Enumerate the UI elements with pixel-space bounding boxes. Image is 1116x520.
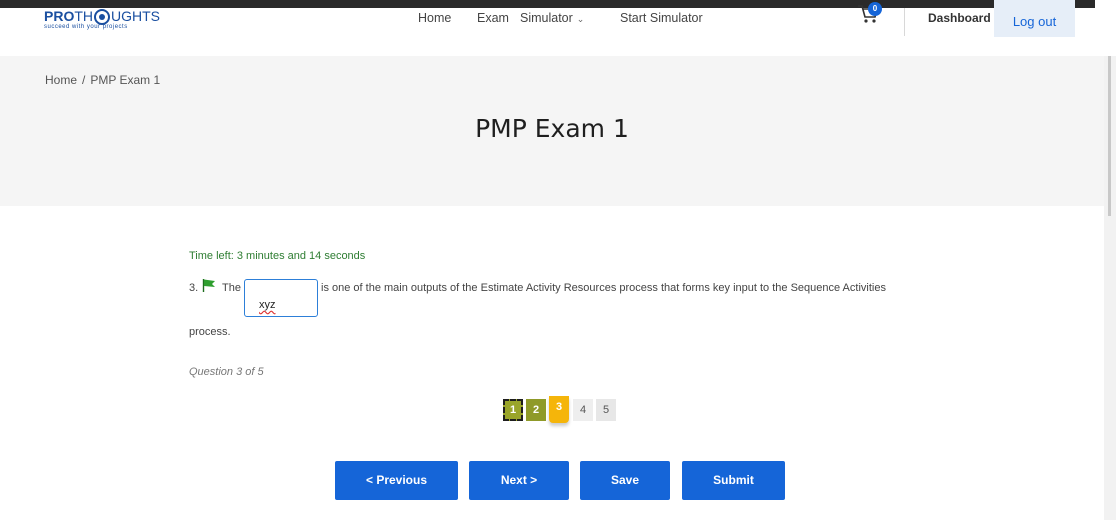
logout-button[interactable]: Log out [994,0,1075,37]
logo-th: TH [74,8,94,24]
answer-input[interactable]: xyz [244,279,318,317]
page-3-button[interactable]: 3 [549,396,569,423]
breadcrumb-home[interactable]: Home [45,73,77,87]
cart-count-badge: 0 [868,2,882,16]
chevron-down-icon: ⌄ [576,14,585,24]
site-header: PROTH UGHTS succeed with your projects Ho… [0,0,1116,56]
logo-pro: PRO [44,8,75,24]
page-4-button[interactable]: 4 [573,399,593,421]
page-title: PMP Exam 1 [475,114,629,143]
browser-top-edge [0,0,1116,8]
page-5-button[interactable]: 5 [596,399,616,421]
question-text-start: The [222,282,241,294]
time-left: Time left: 3 minutes and 14 seconds [189,250,366,262]
submit-button[interactable]: Submit [682,461,785,500]
breadcrumb-current: PMP Exam 1 [90,73,161,87]
nav-home[interactable]: Home [418,11,451,25]
save-button[interactable]: Save [580,461,670,500]
logo-ughts: UGHTS [111,8,161,24]
page-banner: Home / PMP Exam 1 PMP Exam 1 [0,56,1104,206]
scrollbar-thumb[interactable] [1108,56,1111,216]
page-1-button[interactable]: 1 [503,399,523,421]
flag-icon[interactable] [202,278,216,292]
page-2-button[interactable]: 2 [526,399,546,421]
logo-tagline: succeed with your projects [44,24,128,30]
nav-simulator-label: Simulator [520,11,573,25]
nav-simulator[interactable]: Simulator ⌄ [520,11,584,25]
question-text-rest: is one of the main outputs of the Estima… [321,282,886,294]
nav-exam[interactable]: Exam [477,11,509,25]
dashboard-link[interactable]: Dashboard [928,11,991,25]
question-counter: Question 3 of 5 [189,366,264,378]
previous-button[interactable]: < Previous [335,461,458,500]
top-edge-fade [1095,0,1116,8]
question-number: 3. [189,282,199,294]
nav-start-simulator[interactable]: Start Simulator [620,11,703,25]
breadcrumb: Home / PMP Exam 1 [45,73,160,87]
cart-button[interactable]: 0 [857,2,883,24]
answer-value: xyz [259,299,276,311]
header-divider [904,8,905,36]
logo-wordmark: PROTH UGHTS [44,8,160,25]
breadcrumb-separator: / [82,73,86,87]
next-button[interactable]: Next > [469,461,569,500]
logo-ring-icon [94,9,111,25]
question-text-continued: process. [189,326,231,338]
